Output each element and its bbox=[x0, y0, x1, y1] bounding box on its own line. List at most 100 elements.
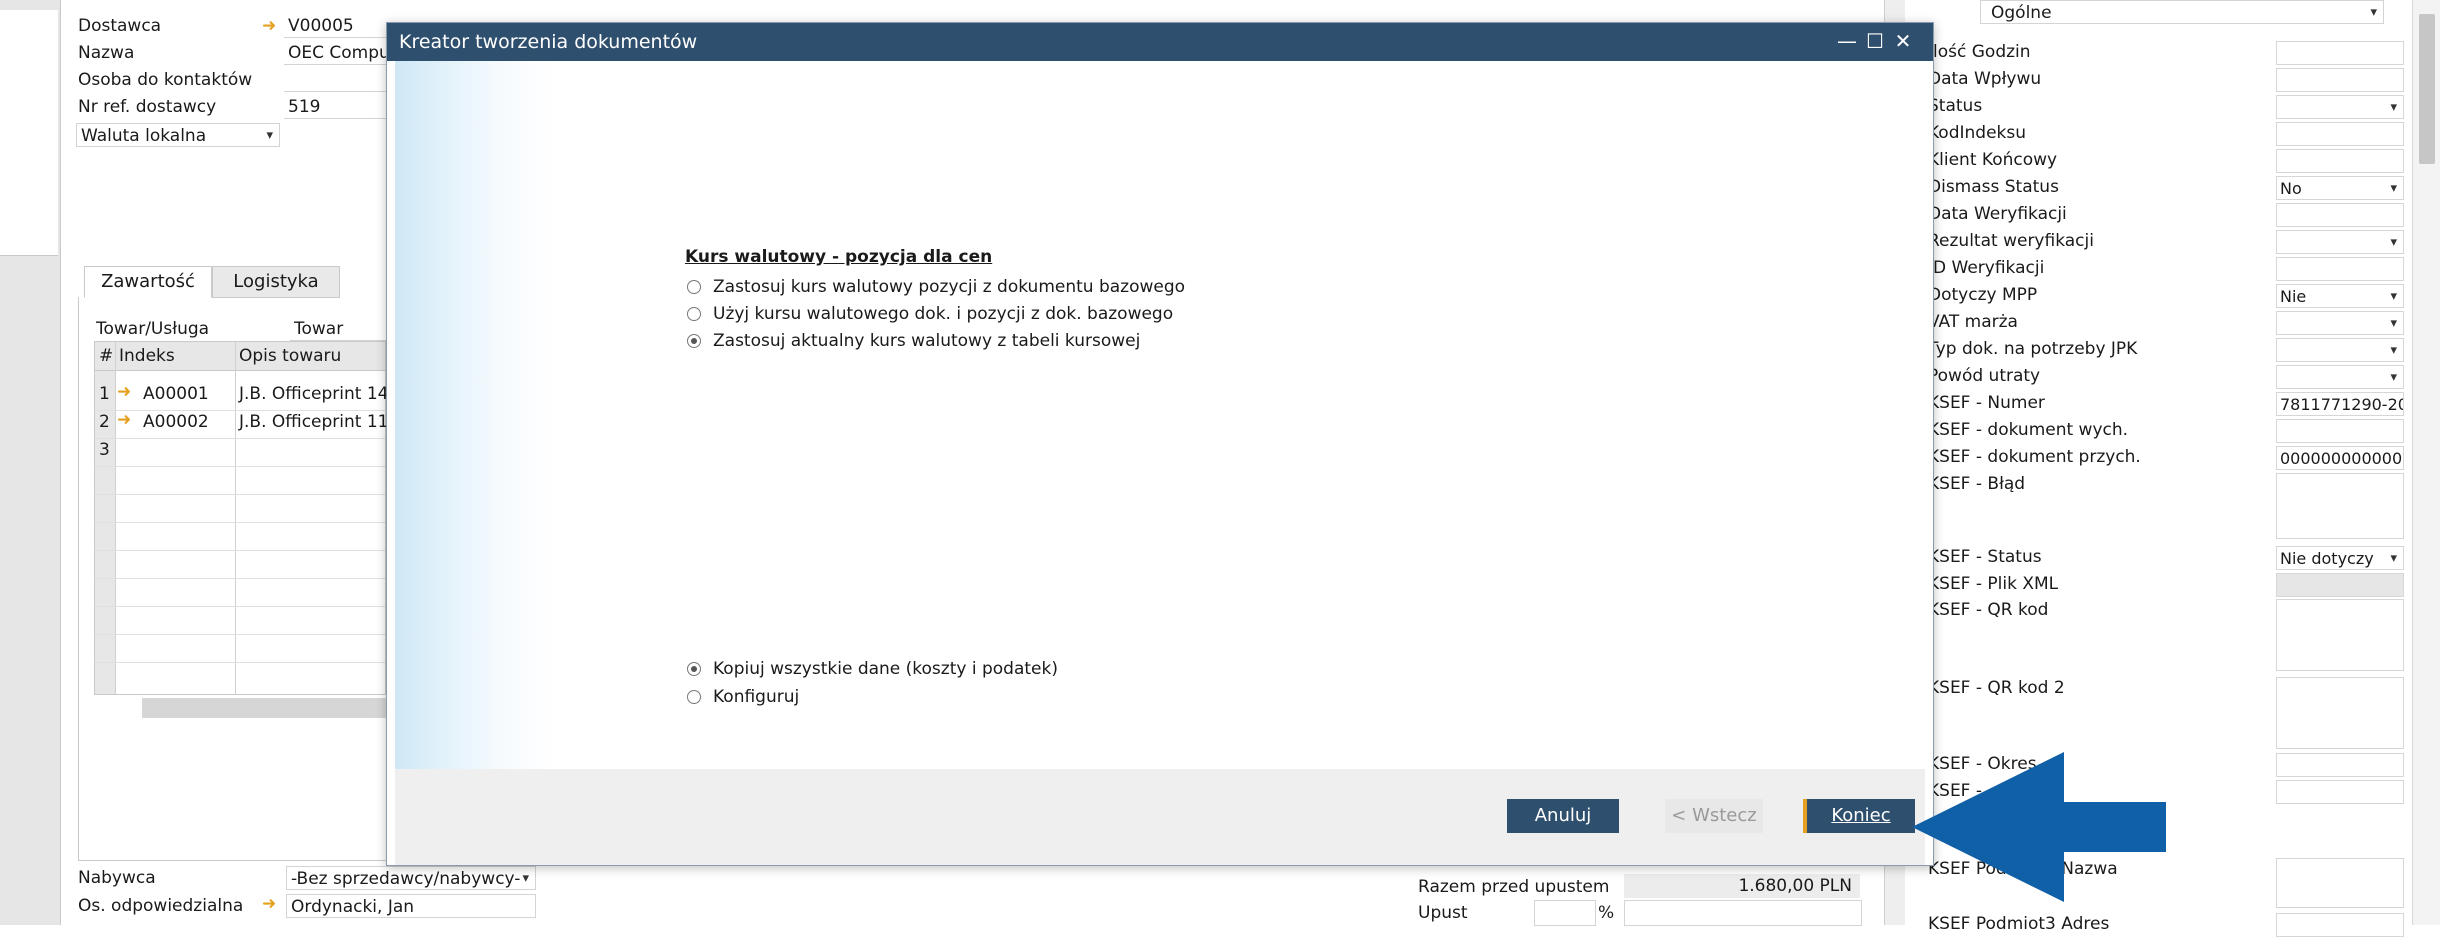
udf-label: KSEF Podmiot3 Adres bbox=[1928, 914, 2110, 934]
item-type-field[interactable]: Towar bbox=[290, 317, 390, 341]
udf-label: Data Wpływu bbox=[1928, 69, 2042, 89]
udf-row: KSEF - dokument przych. 00000000000000 bbox=[1928, 445, 2408, 472]
udf-label: Klient Końcowy bbox=[1928, 150, 2058, 170]
udf-label: Dismass Status bbox=[1928, 177, 2059, 197]
rate-option-label-1[interactable]: Zastosuj kurs walutowy pozycji z dokumen… bbox=[713, 277, 1185, 297]
udf-row: VAT marża bbox=[1928, 310, 2408, 337]
grid-line bbox=[95, 578, 385, 579]
udf-row: KSEF - Plik XML bbox=[1928, 572, 2408, 599]
maximize-icon[interactable]: ☐ bbox=[1861, 27, 1889, 55]
udf-label: KSEF - QR kod bbox=[1928, 600, 2049, 620]
udf-dropdown[interactable]: Nie dotyczy bbox=[2276, 546, 2404, 570]
minimize-icon[interactable]: — bbox=[1833, 27, 1861, 55]
configure-label[interactable]: Konfiguruj bbox=[713, 687, 799, 707]
udf-field[interactable] bbox=[2276, 257, 2404, 281]
udf-label: KSEF - Błąd bbox=[1928, 474, 2026, 494]
udf-row: Rezultat weryfikacji bbox=[1928, 229, 2408, 256]
finish-button[interactable]: Koniec bbox=[1803, 799, 1915, 833]
udf-dropdown[interactable]: Nie bbox=[2276, 284, 2404, 308]
udf-row: KSEF - dokument wych. bbox=[1928, 418, 2408, 445]
owner-field[interactable]: Ordynacki, Jan bbox=[286, 894, 536, 918]
udf-label: Rezultat weryfikacji bbox=[1928, 231, 2094, 251]
cancel-button[interactable]: Anuluj bbox=[1507, 799, 1619, 833]
table-row[interactable]: 3 bbox=[95, 440, 385, 466]
discount-percent-field[interactable] bbox=[1534, 900, 1596, 926]
tab-logistics[interactable]: Logistyka bbox=[212, 266, 340, 298]
udf-row: Status bbox=[1928, 94, 2408, 121]
table-row[interactable]: 2 ➜ A00002 J.B. Officeprint 111 bbox=[95, 410, 399, 438]
close-icon[interactable]: ✕ bbox=[1889, 27, 1917, 55]
configure-radio[interactable] bbox=[687, 690, 701, 704]
row-number: 1 bbox=[99, 384, 110, 404]
dialog-title-bar[interactable]: Kreator tworzenia dokumentów — ☐ ✕ bbox=[387, 23, 1933, 61]
rate-option-label-2[interactable]: Użyj kursu walutowego dok. i pozycji z d… bbox=[713, 304, 1173, 324]
udf-field[interactable] bbox=[2276, 203, 2404, 227]
udf-row: KSEF - Błąd bbox=[1928, 472, 2408, 542]
udf-field[interactable] bbox=[2276, 41, 2404, 65]
udf-field[interactable] bbox=[2276, 122, 2404, 146]
pointer-arrow-icon bbox=[1912, 752, 2166, 902]
udf-dropdown[interactable] bbox=[2276, 230, 2404, 254]
udf-field[interactable] bbox=[2276, 780, 2404, 804]
udf-field[interactable] bbox=[2276, 473, 2404, 539]
udf-field[interactable] bbox=[2276, 599, 2404, 671]
udf-field[interactable] bbox=[2276, 677, 2404, 749]
grid-line bbox=[95, 662, 385, 663]
discount-amount-field[interactable] bbox=[1624, 900, 1862, 926]
link-arrow-icon[interactable]: ➜ bbox=[117, 382, 131, 402]
grid-col-description: Opis towaru bbox=[239, 346, 342, 366]
copy-all-label[interactable]: Kopiuj wszystkie dane (koszty i podatek) bbox=[713, 659, 1058, 679]
rate-option-radio-1[interactable] bbox=[687, 280, 701, 294]
udf-dropdown[interactable] bbox=[2276, 95, 2404, 119]
udf-label: Data Weryfikacji bbox=[1928, 204, 2067, 224]
udf-dropdown[interactable] bbox=[2276, 365, 2404, 389]
supplier-link-arrow-icon[interactable]: ➜ bbox=[262, 16, 276, 36]
row-index: A00001 bbox=[143, 384, 209, 404]
grid-horizontal-scrollbar[interactable] bbox=[142, 698, 386, 718]
rate-option-label-3[interactable]: Zastosuj aktualny kurs walutowy z tabeli… bbox=[713, 331, 1140, 351]
scrollbar-thumb[interactable] bbox=[2419, 14, 2435, 164]
udf-field[interactable] bbox=[2276, 573, 2404, 597]
udf-label: ID Weryfikacji bbox=[1928, 258, 2045, 278]
buyer-label: Nabywca bbox=[78, 868, 156, 888]
udf-dropdown[interactable]: No bbox=[2276, 176, 2404, 200]
total-before-discount-label: Razem przed upustem bbox=[1418, 877, 1610, 897]
udf-field[interactable] bbox=[2276, 913, 2404, 937]
back-button[interactable]: < Wstecz bbox=[1665, 799, 1763, 833]
table-row[interactable]: 1 ➜ A00001 J.B. Officeprint 142 bbox=[95, 382, 399, 410]
left-mini-panel bbox=[0, 10, 58, 256]
rate-option-radio-3[interactable] bbox=[687, 334, 701, 348]
buyer-dropdown[interactable]: -Bez sprzedawcy/nabywcy- bbox=[286, 866, 536, 890]
udf-dropdown[interactable] bbox=[2276, 311, 2404, 335]
row-number: 3 bbox=[99, 440, 110, 460]
owner-link-arrow-icon[interactable]: ➜ bbox=[262, 894, 276, 914]
udf-field[interactable] bbox=[2276, 753, 2404, 777]
link-arrow-icon[interactable]: ➜ bbox=[117, 410, 131, 430]
owner-label: Os. odpowiedzialna bbox=[78, 896, 244, 916]
udf-field[interactable] bbox=[2276, 68, 2404, 92]
dialog-footer: Anuluj < Wstecz Koniec bbox=[395, 769, 1925, 865]
category-dropdown[interactable]: Ogólne bbox=[1980, 0, 2384, 24]
supplier-label: Dostawca bbox=[78, 16, 162, 36]
udf-field[interactable] bbox=[2276, 419, 2404, 443]
udf-field[interactable]: 00000000000000 bbox=[2276, 446, 2404, 470]
udf-field[interactable] bbox=[2276, 149, 2404, 173]
tab-contents[interactable]: Zawartość bbox=[84, 266, 212, 298]
rate-option-radio-2[interactable] bbox=[687, 307, 701, 321]
udf-label: Powód utraty bbox=[1928, 366, 2041, 386]
udf-field[interactable]: 7811771290-202 bbox=[2276, 392, 2404, 416]
udf-row: Powód utraty bbox=[1928, 364, 2408, 391]
copy-all-radio[interactable] bbox=[687, 662, 701, 676]
udf-row: ID Weryfikacji bbox=[1928, 256, 2408, 283]
currency-dropdown[interactable]: Waluta lokalna bbox=[76, 123, 280, 147]
udf-row: KSEF - QR kod 2 bbox=[1928, 676, 2408, 752]
udf-label: KSEF - dokument przych. bbox=[1928, 447, 2141, 467]
grid-line bbox=[95, 466, 385, 467]
udf-row: Dismass Status No bbox=[1928, 175, 2408, 202]
exchange-rate-section-title: Kurs walutowy - pozycja dla cen bbox=[685, 247, 993, 267]
udf-dropdown[interactable] bbox=[2276, 338, 2404, 362]
right-panel-scrollbar[interactable] bbox=[2412, 0, 2440, 925]
udf-row: Ilość Godzin bbox=[1928, 40, 2408, 67]
udf-label: KodIndeksu bbox=[1928, 123, 2027, 143]
udf-field[interactable] bbox=[2276, 858, 2404, 908]
